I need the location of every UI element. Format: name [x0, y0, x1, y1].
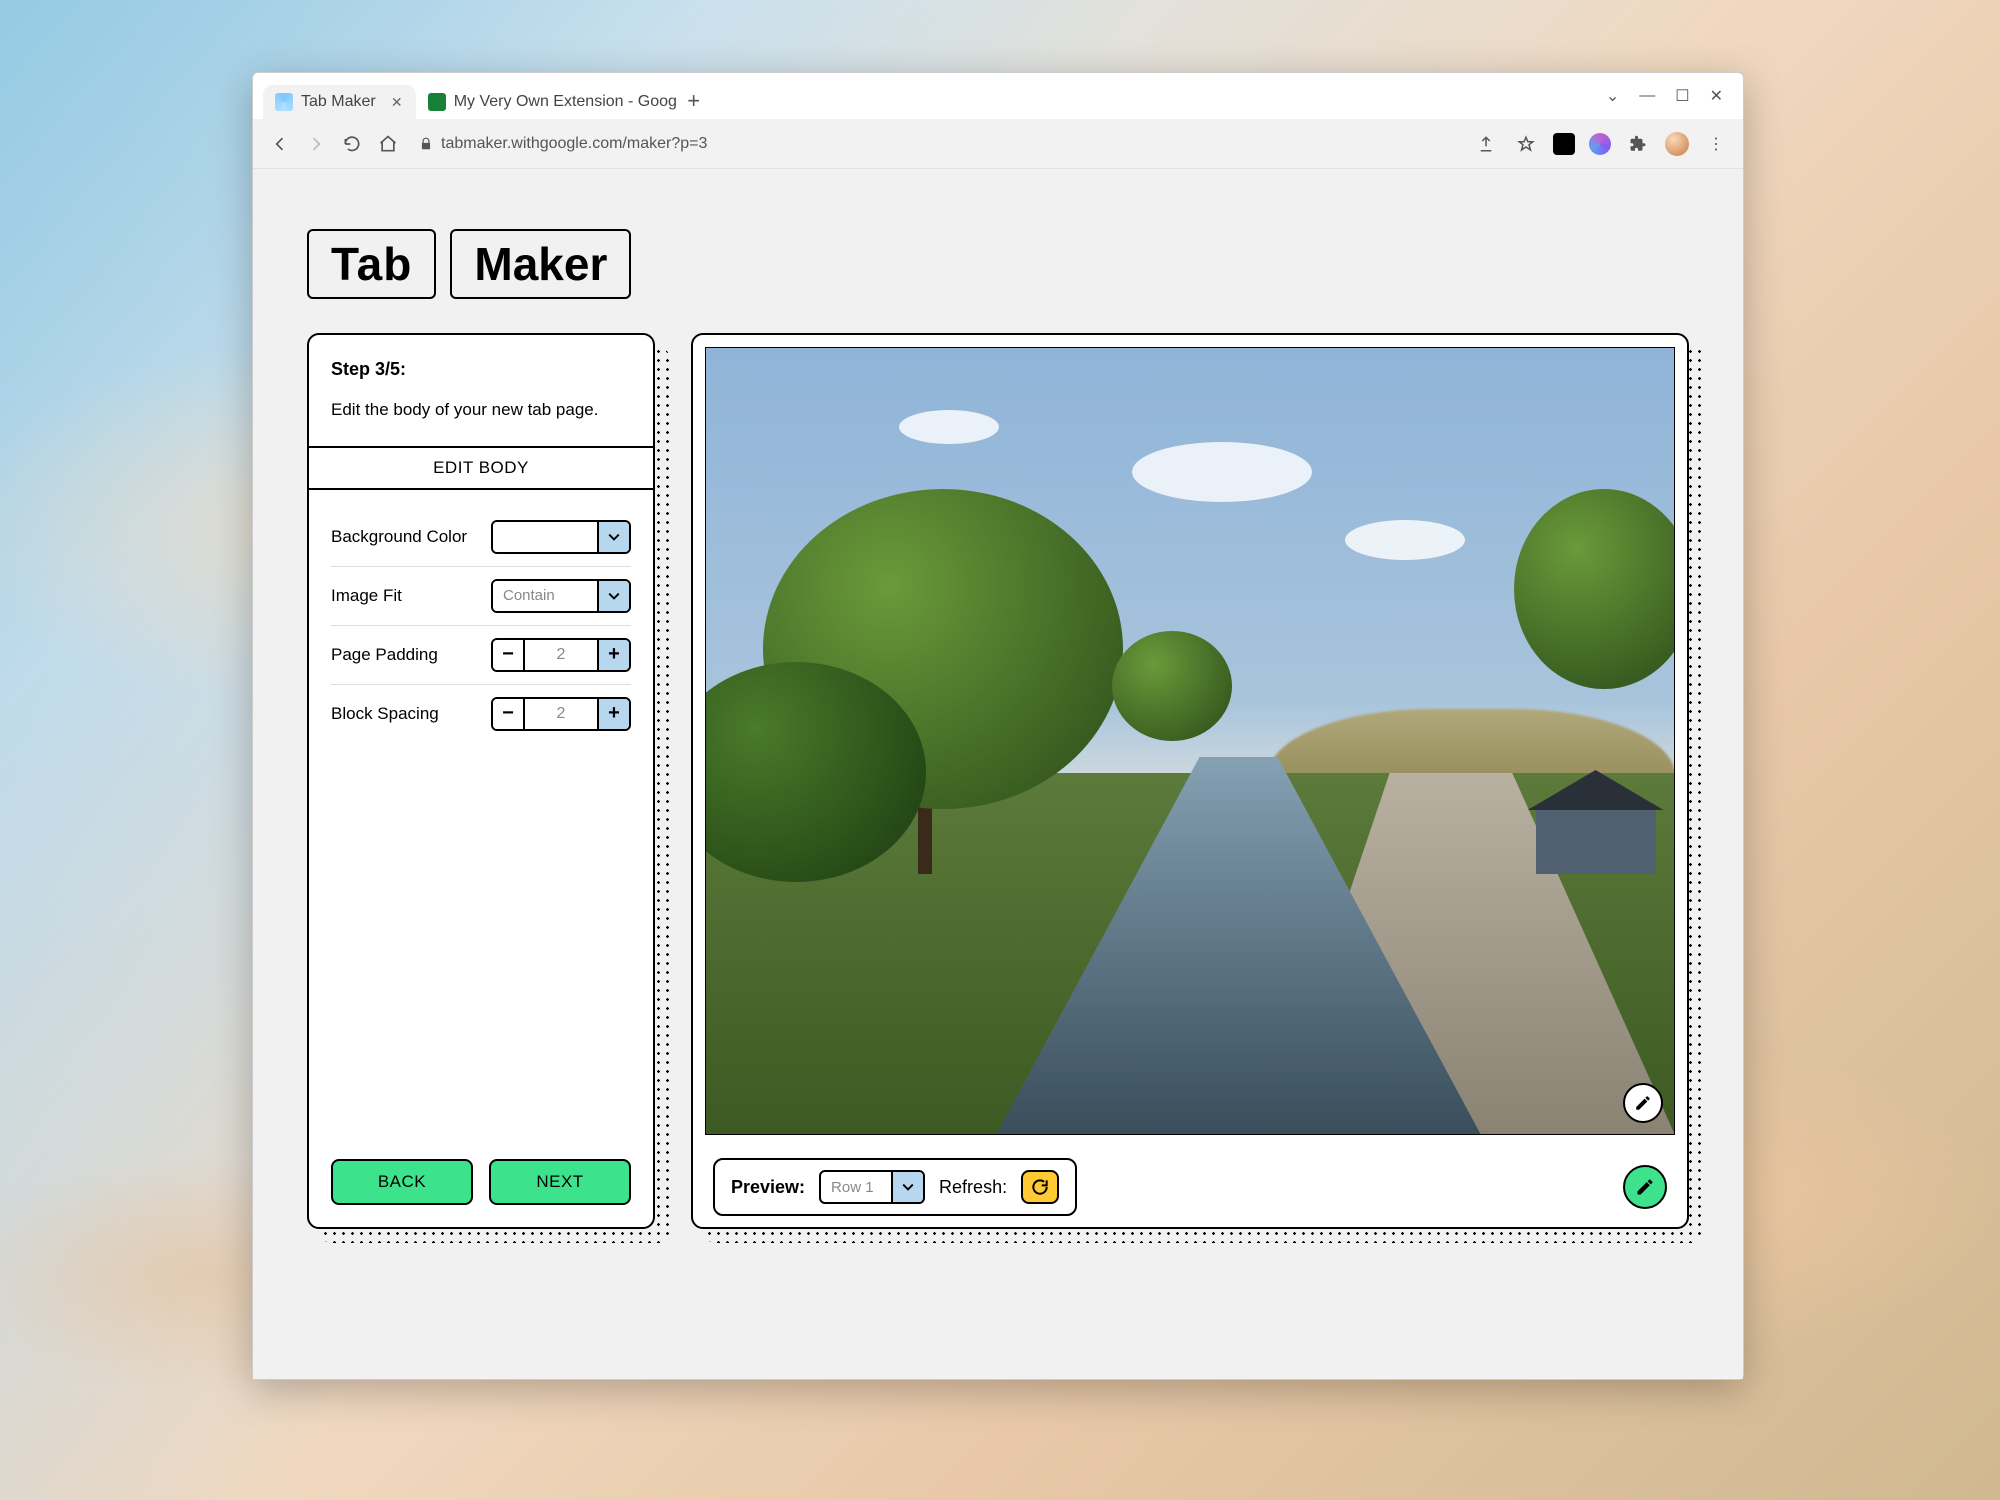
bg-color-dropdown[interactable]: [491, 520, 631, 554]
reload-icon[interactable]: [339, 131, 365, 157]
preview-bottom-bar: Preview: Row 1 Refresh:: [693, 1147, 1687, 1227]
browser-window: Tab Maker ✕ My Very Own Extension - Goog…: [252, 72, 1744, 1380]
chevron-down-icon: [597, 581, 629, 611]
block-spacing-label: Block Spacing: [331, 704, 439, 724]
url-text: tabmaker.withgoogle.com/maker?p=3: [441, 135, 707, 153]
back-button[interactable]: BACK: [331, 1159, 473, 1205]
minimize-icon[interactable]: —: [1639, 87, 1655, 105]
address-bar[interactable]: tabmaker.withgoogle.com/maker?p=3: [411, 127, 1463, 161]
ext-icon-1[interactable]: [1553, 133, 1575, 155]
image-fit-dropdown[interactable]: Contain: [491, 579, 631, 613]
ext-icon-2[interactable]: [1589, 133, 1611, 155]
preview-controls: Preview: Row 1 Refresh:: [713, 1158, 1077, 1216]
row-block-spacing: Block Spacing − 2 +: [331, 685, 631, 743]
bg-color-label: Background Color: [331, 527, 467, 547]
step-description: Edit the body of your new tab page.: [331, 398, 631, 422]
lock-icon: [419, 137, 433, 151]
star-icon[interactable]: [1513, 131, 1539, 157]
edit-fab-button[interactable]: [1623, 1165, 1667, 1209]
preview-label: Preview:: [731, 1177, 805, 1198]
tab-tabmaker[interactable]: Tab Maker ✕: [263, 85, 416, 119]
titlebar: Tab Maker ✕ My Very Own Extension - Goog…: [253, 73, 1743, 119]
page-padding-value: 2: [525, 640, 597, 670]
back-icon[interactable]: [267, 131, 293, 157]
close-icon[interactable]: ✕: [390, 95, 404, 109]
menu-icon[interactable]: ⋮: [1703, 131, 1729, 157]
row-background-color: Background Color: [331, 508, 631, 567]
chevron-down-icon: [597, 522, 629, 552]
increment-button[interactable]: +: [597, 640, 629, 670]
chevron-down-icon: [891, 1172, 923, 1202]
extension-icons: ⋮: [1473, 131, 1729, 157]
home-icon[interactable]: [375, 131, 401, 157]
decrement-button[interactable]: −: [493, 640, 525, 670]
bg-color-value: [493, 522, 597, 552]
sidebar-panel: Step 3/5: Edit the body of your new tab …: [307, 333, 655, 1229]
share-icon[interactable]: [1473, 131, 1499, 157]
page-padding-stepper: − 2 +: [491, 638, 631, 672]
block-spacing-stepper: − 2 +: [491, 697, 631, 731]
preview-panel: Preview: Row 1 Refresh:: [691, 333, 1689, 1229]
window-controls: ⌄ — ☐ ✕: [1606, 73, 1743, 119]
step-label: Step 3/5:: [331, 359, 631, 380]
row-image-fit: Image Fit Contain: [331, 567, 631, 626]
tab-sheets[interactable]: My Very Own Extension - Google ✕: [416, 85, 676, 119]
forward-icon[interactable]: [303, 131, 329, 157]
image-fit-value: Contain: [493, 581, 597, 611]
new-tab-button[interactable]: +: [682, 89, 706, 113]
tab-strip: Tab Maker ✕ My Very Own Extension - Goog…: [263, 85, 1606, 119]
preview-row-value: Row 1: [821, 1172, 891, 1202]
tab-title: Tab Maker: [301, 93, 376, 111]
maximize-icon[interactable]: ☐: [1675, 86, 1689, 106]
next-button[interactable]: NEXT: [489, 1159, 631, 1205]
preview-canvas: [693, 335, 1687, 1147]
edit-image-button[interactable]: [1623, 1083, 1663, 1123]
page-content: Tab Maker Step 3/5: Edit the body of you…: [253, 169, 1743, 1379]
extensions-icon[interactable]: [1625, 131, 1651, 157]
close-icon[interactable]: ✕: [1710, 86, 1723, 106]
page-padding-label: Page Padding: [331, 645, 438, 665]
tab-title: My Very Own Extension - Google: [454, 93, 676, 111]
app-logo: Tab Maker: [307, 229, 1689, 299]
chevron-down-icon[interactable]: ⌄: [1606, 86, 1619, 106]
refresh-label: Refresh:: [939, 1177, 1007, 1198]
increment-button[interactable]: +: [597, 699, 629, 729]
section-title: EDIT BODY: [309, 446, 653, 490]
block-spacing-value: 2: [525, 699, 597, 729]
profile-avatar[interactable]: [1665, 132, 1689, 156]
favicon-sheets: [428, 93, 446, 111]
logo-word-1: Tab: [307, 229, 436, 299]
image-fit-label: Image Fit: [331, 586, 402, 606]
favicon-tabmaker: [275, 93, 293, 111]
decrement-button[interactable]: −: [493, 699, 525, 729]
browser-toolbar: tabmaker.withgoogle.com/maker?p=3 ⋮: [253, 119, 1743, 169]
row-page-padding: Page Padding − 2 +: [331, 626, 631, 685]
logo-word-2: Maker: [450, 229, 631, 299]
refresh-button[interactable]: [1021, 1170, 1059, 1204]
preview-row-dropdown[interactable]: Row 1: [819, 1170, 925, 1204]
